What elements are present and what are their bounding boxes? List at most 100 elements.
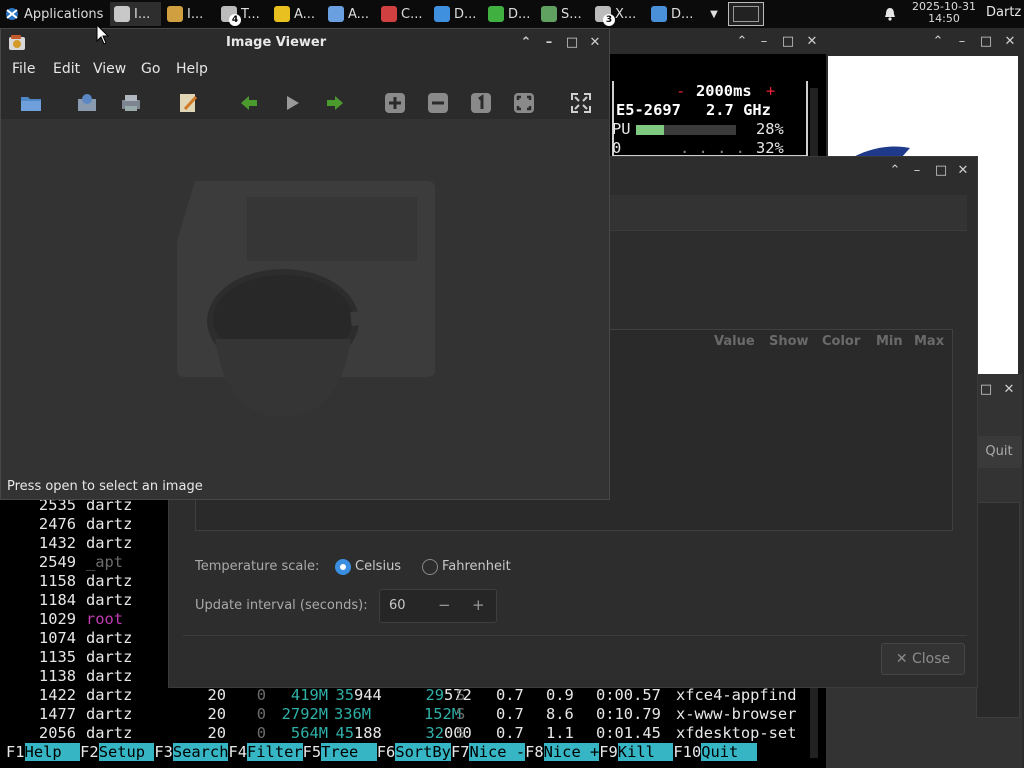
menu-help[interactable]: Help [176, 61, 208, 77]
background-shade-icon[interactable]: ⌃ [930, 34, 946, 50]
process-row[interactable]: 1074 dartz [6, 629, 132, 648]
column-header-show[interactable]: Show [769, 334, 809, 349]
column-header-color[interactable]: Color [822, 334, 860, 349]
fkey-label[interactable]: SortBy [395, 743, 451, 761]
menu-go[interactable]: Go [141, 61, 160, 77]
midwindow-maximize-icon[interactable]: □ [978, 382, 994, 398]
fkey-f2: F2 [80, 743, 99, 761]
zoom-out-icon[interactable] [426, 91, 450, 115]
fkey-label[interactable]: Tree [321, 743, 377, 761]
terminal-maximize-icon[interactable]: □ [780, 34, 796, 50]
dialog-minimize-icon[interactable]: – [909, 163, 925, 179]
viewer-maximize-icon[interactable]: □ [564, 35, 580, 51]
celsius-radio[interactable] [335, 559, 351, 575]
process-user: root [86, 610, 124, 628]
terminal-close-icon[interactable]: ✕ [804, 34, 820, 50]
notification-bell-icon[interactable] [882, 6, 898, 22]
process-row[interactable]: 1432 dartz [6, 534, 132, 553]
taskbar-button[interactable]: C... [377, 2, 428, 26]
background-maximize-icon[interactable]: □ [978, 34, 994, 50]
process-row[interactable]: 1138 dartz [6, 667, 132, 686]
menu-view[interactable]: View [93, 61, 126, 77]
terminal-titlebar[interactable]: ⌃ – □ ✕ [610, 28, 826, 54]
taskbar-button[interactable]: A... [324, 2, 375, 26]
fkey-label[interactable]: Quit [701, 743, 757, 761]
process-row[interactable]: 1029 root [6, 610, 123, 629]
taskbar-button[interactable]: I... [163, 2, 214, 26]
clock[interactable]: 2025-10-31 14:50 [906, 1, 982, 25]
workspace-switcher[interactable] [728, 2, 764, 26]
quit-button[interactable]: Quit [976, 436, 1022, 468]
celsius-label[interactable]: Celsius [355, 559, 401, 574]
update-interval-spinner[interactable]: 60 − + [379, 589, 497, 623]
fkey-label[interactable]: Setup [98, 743, 155, 761]
fkey-label[interactable]: Kill [617, 743, 674, 761]
menu-edit[interactable]: Edit [53, 61, 80, 77]
midwindow-close-icon[interactable]: ✕ [1001, 382, 1017, 398]
process-res-a: 35 [335, 686, 354, 704]
process-pid: 1432 [38, 534, 76, 552]
play-slideshow-icon[interactable] [280, 91, 304, 115]
print-icon[interactable] [119, 91, 143, 115]
decrement-button[interactable]: − [438, 596, 451, 614]
taskbar-button[interactable]: A... [270, 2, 321, 26]
column-header-value[interactable]: Value [714, 334, 755, 349]
column-header-max[interactable]: Max [914, 334, 944, 349]
fahrenheit-radio[interactable] [422, 559, 438, 575]
open-icon[interactable] [19, 91, 43, 115]
process-row[interactable]: 2549 _apt [6, 553, 123, 572]
tasklist-overflow-button[interactable]: ▼ [706, 2, 722, 26]
process-row[interactable]: 1135 dartz [6, 648, 132, 667]
fkey-label[interactable]: Help [24, 743, 81, 761]
save-as-icon[interactable] [75, 91, 99, 115]
interval-plus[interactable]: + [766, 82, 775, 101]
user-menu[interactable]: Dartz [986, 5, 1021, 20]
close-button[interactable]: ✕ Close [881, 643, 965, 675]
update-interval-value[interactable]: 60 [389, 598, 406, 613]
previous-arrow-icon[interactable] [237, 91, 261, 115]
clock-time: 14:50 [928, 12, 960, 25]
increment-button[interactable]: + [472, 596, 485, 614]
process-s: S [456, 724, 466, 742]
viewer-close-icon[interactable]: ✕ [587, 35, 603, 51]
fkey-label[interactable]: Nice - [469, 743, 526, 761]
dialog-maximize-icon[interactable]: □ [933, 163, 949, 179]
interval-minus[interactable]: - [676, 82, 685, 101]
dialog-close-icon[interactable]: ✕ [955, 163, 971, 179]
taskbar-button[interactable]: 4 T... [217, 2, 268, 26]
process-pid: 1184 [38, 591, 76, 609]
edit-icon[interactable] [176, 91, 200, 115]
background-minimize-icon[interactable]: – [954, 34, 970, 50]
zoom-original-icon[interactable] [469, 91, 493, 115]
taskbar-button[interactable]: S... [537, 2, 588, 26]
top-panel: Applications I... I... 4 T... A... A... C... D.… [0, 0, 1024, 28]
process-row[interactable]: 1158 dartz [6, 572, 132, 591]
fullscreen-icon[interactable] [569, 91, 593, 115]
menu-file[interactable]: File [12, 61, 35, 77]
taskbar-button[interactable]: I... [110, 2, 161, 26]
fkey-label[interactable]: Nice + [543, 743, 600, 761]
image-viewer-titlebar[interactable]: Image Viewer ⌃ – □ ✕ [1, 29, 609, 57]
taskbar-button[interactable]: D... [484, 2, 535, 26]
taskbar-button[interactable]: D... [430, 2, 481, 26]
process-row[interactable]: 2476 dartz [6, 515, 132, 534]
terminal-minimize-icon[interactable]: – [756, 34, 772, 50]
taskbar-button[interactable]: 3 X... [591, 2, 642, 26]
next-arrow-icon[interactable] [323, 91, 347, 115]
image-viewer-window[interactable]: Image Viewer ⌃ – □ ✕ File Edit View Go Help [0, 28, 610, 500]
process-row[interactable]: 1184 dartz [6, 591, 132, 610]
applications-menu[interactable]: Applications [0, 2, 107, 26]
fkey-label[interactable]: Search [172, 743, 229, 761]
taskbar-button[interactable]: D... [647, 2, 701, 26]
dialog-shade-icon[interactable]: ⌃ [887, 163, 903, 179]
column-header-min[interactable]: Min [876, 334, 903, 349]
fkey-label[interactable]: Filter [247, 743, 303, 761]
zoom-fit-icon[interactable] [512, 91, 536, 115]
process-pri: 20 [207, 686, 226, 704]
terminal-shade-icon[interactable]: ⌃ [734, 34, 750, 50]
viewer-minimize-icon[interactable]: – [541, 35, 557, 51]
zoom-in-icon[interactable] [383, 91, 407, 115]
fahrenheit-label[interactable]: Fahrenheit [442, 559, 511, 574]
background-close-icon[interactable]: ✕ [1002, 34, 1018, 50]
viewer-shade-icon[interactable]: ⌃ [518, 35, 534, 51]
